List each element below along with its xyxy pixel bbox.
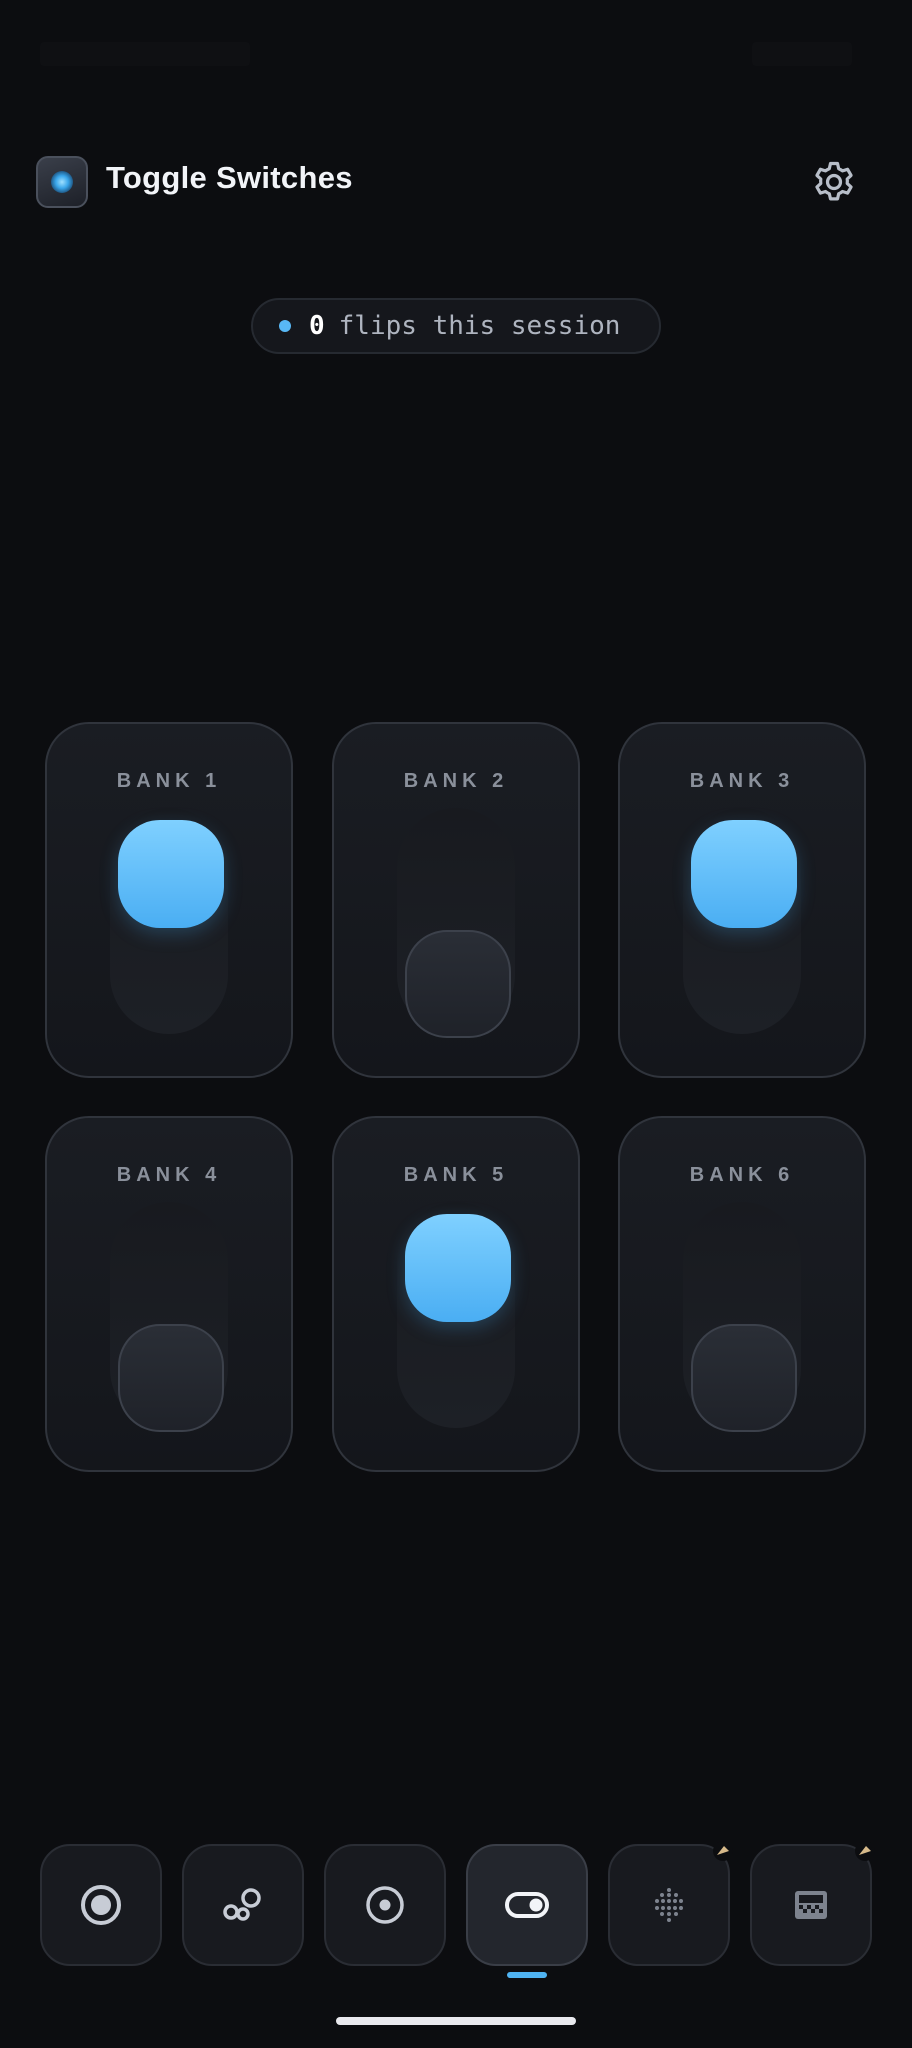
toggle-icon: [505, 1892, 549, 1918]
bank-label: BANK 1: [116, 770, 222, 792]
bank-card-3[interactable]: BANK 3: [618, 722, 866, 1078]
nav-item-checker[interactable]: [750, 1841, 875, 1966]
bank-label: BANK 3: [689, 770, 795, 792]
checker-icon: [795, 1891, 827, 1919]
toggle-knob[interactable]: [691, 1324, 797, 1432]
logo-dot-icon: [51, 171, 73, 193]
bank-label: BANK 6: [689, 1164, 795, 1186]
session-counter-pill: 0 flips this session: [251, 298, 661, 354]
bank-card-5[interactable]: BANK 5: [332, 1116, 580, 1472]
app-title: Toggle Switches: [106, 160, 353, 195]
nav-item-record[interactable]: [40, 1844, 162, 1966]
toggle-knob[interactable]: [118, 820, 224, 928]
lock-badge-icon: [855, 1841, 875, 1861]
toggle-knob[interactable]: [691, 820, 797, 928]
bank-label: BANK 5: [403, 1164, 509, 1186]
active-tab-indicator: [507, 1972, 547, 1978]
status-bar-right: [752, 42, 852, 66]
live-dot-icon: [279, 320, 291, 332]
status-bar: [0, 0, 912, 120]
target-icon: [366, 1886, 404, 1924]
home-indicator[interactable]: [336, 2017, 576, 2025]
status-bar-left: [40, 42, 250, 66]
toggle-knob[interactable]: [405, 1214, 511, 1322]
bubbles-icon: [223, 1888, 261, 1921]
nav-item-bubbles[interactable]: [182, 1844, 304, 1966]
nav-item-target[interactable]: [324, 1844, 446, 1966]
bank-card-2[interactable]: BANK 2: [332, 722, 580, 1078]
bank-card-4[interactable]: BANK 4: [45, 1116, 293, 1472]
lock-badge-icon: [713, 1841, 733, 1861]
flip-count-label: flips this session: [338, 311, 621, 341]
bank-label: BANK 4: [116, 1164, 222, 1186]
bank-label: BANK 2: [403, 770, 509, 792]
bank-card-1[interactable]: BANK 1: [45, 722, 293, 1078]
toggle-knob[interactable]: [405, 930, 511, 1038]
nav-item-dot-grid[interactable]: [608, 1841, 733, 1966]
record-icon: [81, 1885, 121, 1925]
bottom-nav: [0, 1840, 912, 1978]
bank-card-6[interactable]: BANK 6: [618, 1116, 866, 1472]
app-logo: [36, 156, 88, 208]
flip-count: 0: [309, 311, 325, 341]
nav-item-toggle[interactable]: [466, 1844, 588, 1966]
toggle-knob[interactable]: [118, 1324, 224, 1432]
dot-grid-icon: [655, 1888, 683, 1922]
app-bar: Toggle Switches: [0, 140, 912, 230]
settings-gear-icon[interactable]: [810, 158, 858, 206]
